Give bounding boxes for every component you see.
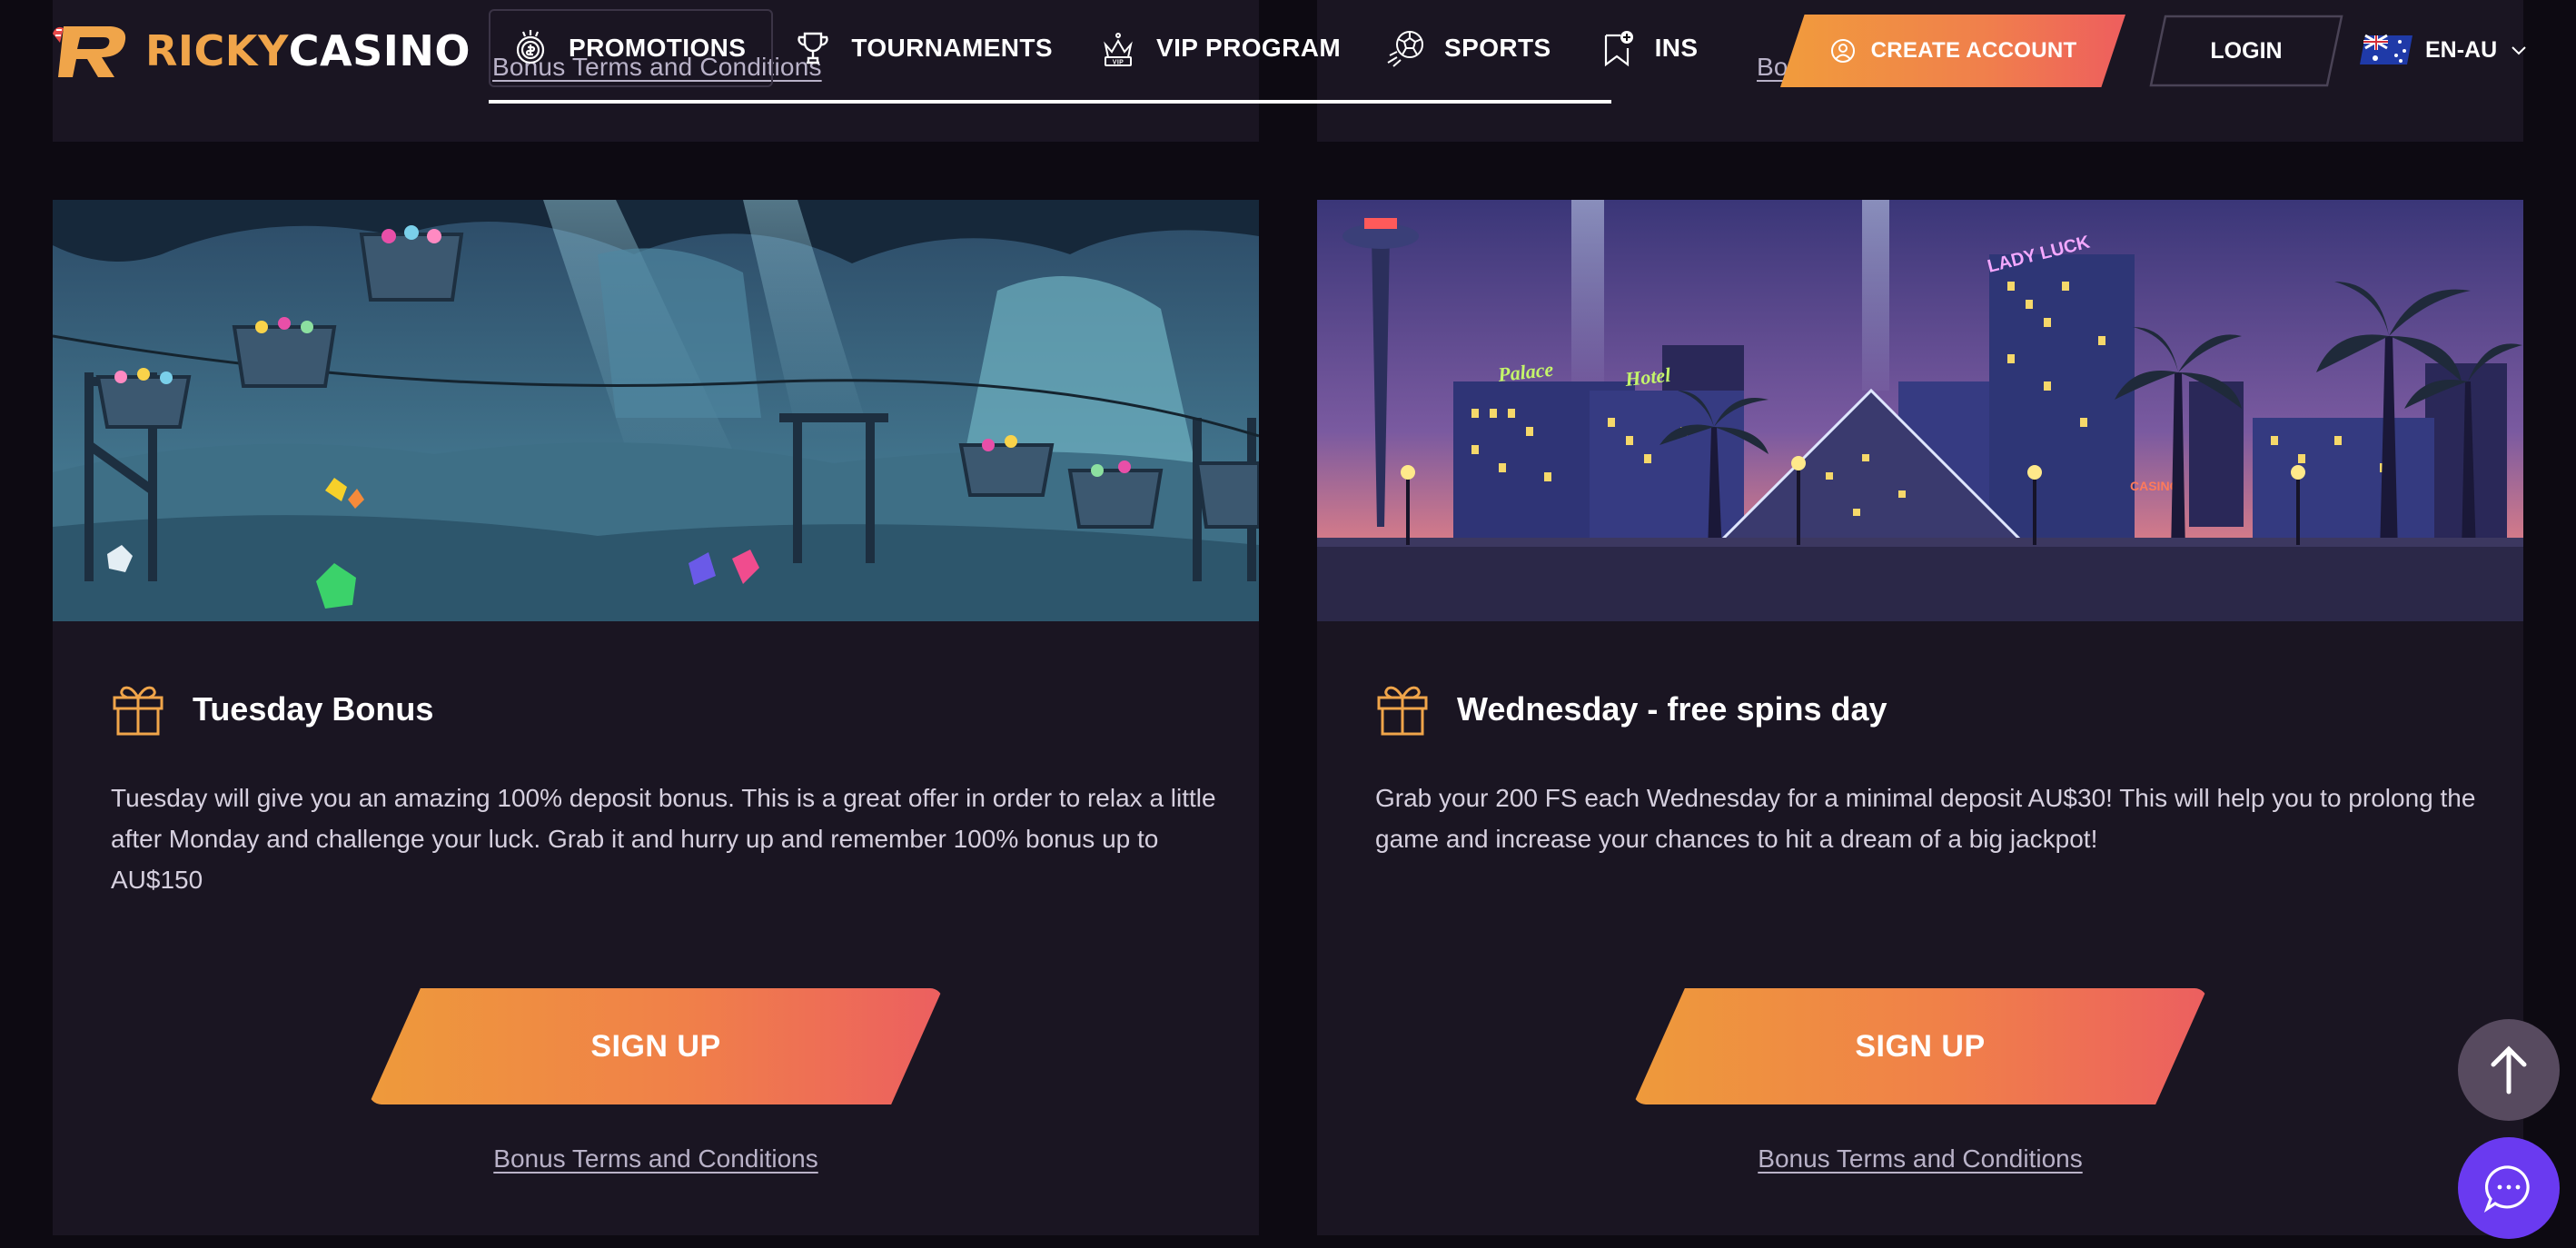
scroll-to-top-button[interactable] [2458,1019,2560,1121]
live-chat-button[interactable] [2458,1137,2560,1239]
bonus-terms-link[interactable]: Bonus Terms and Conditions [53,1144,1259,1174]
promo-description: Tuesday will give you an amazing 100% de… [111,784,1216,894]
language-label: EN-AU [2425,36,2498,63]
logo-text-ricky: RICKY [145,26,289,75]
promo-title-row: Wednesday - free spins day [1375,678,1887,741]
promo-card-wednesday: Palace Hotel LADY LUCK CASINO Wednesday … [1317,200,2523,1235]
sign-up-label: SIGN UP [590,1028,721,1064]
nav-label: INS [1654,34,1699,62]
bonus-terms-link[interactable]: Bonus Terms and Conditions [1317,1144,2523,1174]
site-header: RICKY CASINO PROMOTIONS TOURNAMENTS VIP … [0,0,2576,104]
promo-description: Grab your 200 FS each Wednesday for a mi… [1375,784,2476,853]
chat-bubble-icon [2483,1165,2530,1213]
bookmark-plus-icon [1604,31,1633,67]
login-label: LOGIN [2210,37,2283,64]
nav-label: SPORTS [1444,34,1551,62]
sign-up-label: SIGN UP [1855,1028,1986,1064]
svg-text:VIP: VIP [1113,60,1124,66]
gift-icon [1377,686,1428,736]
nav-insights[interactable]: INS [1577,9,1704,87]
nav-active-indicator [489,100,1611,104]
australia-flag-icon [2360,34,2413,64]
casino-sign: CASINO [2130,479,2180,493]
nav-vip-program[interactable]: VIP VIP PROGRAM [1078,9,1366,87]
create-account-button[interactable]: CREATE ACCOUNT [1780,15,2125,87]
user-circle-icon [1830,39,1855,63]
promo-image-vegas: Palace Hotel LADY LUCK CASINO [1317,200,2523,621]
main-nav: PROMOTIONS TOURNAMENTS VIP VIP PROGRAM S… [489,9,1704,89]
nav-promotions[interactable]: PROMOTIONS [489,9,774,87]
promo-image-mine [53,200,1259,621]
nav-tournaments[interactable]: TOURNAMENTS [773,9,1078,87]
nav-sports[interactable]: SPORTS [1366,9,1577,87]
logo-mark-icon [53,26,126,77]
gift-icon [113,686,163,736]
nav-label: TOURNAMENTS [851,34,1054,62]
soccer-ball-icon [1387,31,1424,67]
promo-title: Tuesday Bonus [193,690,434,728]
vip-crown-icon: VIP [1104,33,1133,66]
login-button[interactable]: LOGIN [2147,15,2345,87]
sign-up-button[interactable]: SIGN UP [1633,988,2207,1104]
language-selector[interactable]: EN-AU [2360,27,2528,73]
promo-card-tuesday: Tuesday Bonus Tuesday will give you an a… [53,200,1259,1235]
promo-title: Wednesday - free spins day [1457,690,1887,728]
nav-label: PROMOTIONS [569,34,747,62]
trophy-icon [798,32,828,64]
logo-text-casino: CASINO [288,26,471,75]
promotions-coin-icon [516,30,545,64]
nav-label: VIP PROGRAM [1156,34,1342,62]
arrow-up-icon [2491,1045,2527,1094]
chevron-down-icon [2512,46,2526,55]
sign-up-button[interactable]: SIGN UP [369,988,943,1104]
ricky-casino-logo[interactable]: RICKY CASINO [47,18,471,84]
create-account-label: CREATE ACCOUNT [1870,38,2077,63]
promo-title-row: Tuesday Bonus [111,678,433,741]
